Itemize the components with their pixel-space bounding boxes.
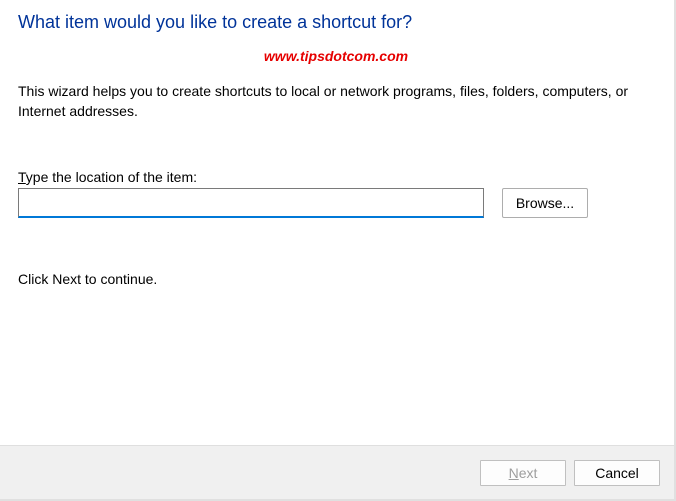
next-button[interactable]: Next [480, 460, 566, 486]
next-button-text: ext [519, 465, 538, 481]
location-input-row: Browse... [18, 188, 654, 218]
wizard-description: This wizard helps you to create shortcut… [18, 82, 654, 121]
wizard-title: What item would you like to create a sho… [18, 12, 654, 33]
location-input-label: Type the location of the item: [18, 169, 654, 185]
browse-button[interactable]: Browse... [502, 188, 588, 218]
watermark-text: www.tipsdotcom.com [18, 48, 654, 64]
wizard-footer: Next Cancel [0, 445, 674, 499]
wizard-body: What item would you like to create a sho… [0, 0, 674, 445]
location-label-text: ype the location of the item: [26, 169, 197, 185]
cancel-button[interactable]: Cancel [574, 460, 660, 486]
next-button-accelerator: N [509, 465, 519, 481]
create-shortcut-wizard: What item would you like to create a sho… [0, 0, 676, 501]
continue-instruction: Click Next to continue. [18, 271, 654, 287]
location-input[interactable] [18, 188, 484, 218]
location-label-accelerator: T [18, 169, 26, 185]
